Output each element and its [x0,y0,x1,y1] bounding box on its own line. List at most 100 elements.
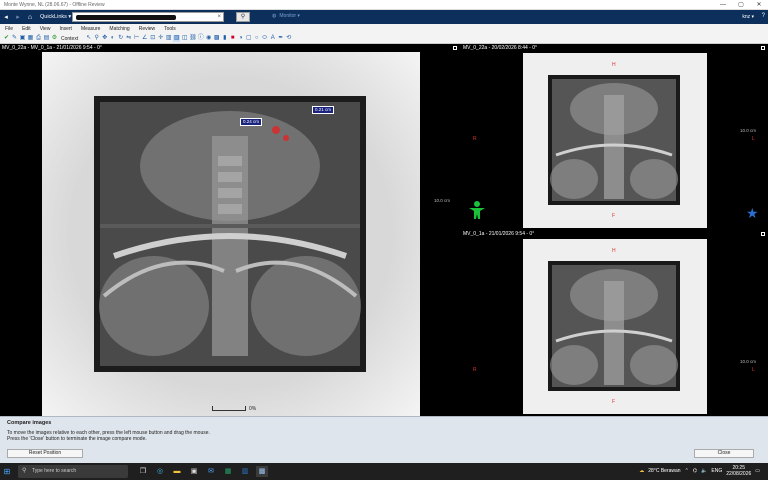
minimize-button[interactable]: — [714,0,732,10]
menu-review[interactable]: Review [139,26,155,32]
menu-insert[interactable]: Insert [59,26,72,32]
grid-icon[interactable]: ▦ [27,35,34,42]
maximize-viewport-icon[interactable] [453,46,457,50]
invert-icon[interactable]: ◑ [237,35,244,42]
orientation-left: L [752,367,755,373]
menu-file[interactable]: File [5,26,13,32]
edit-icon[interactable]: ✎ [11,35,18,42]
windows-start-icon[interactable]: ⊞ [0,463,14,480]
maximize-viewport-icon[interactable] [761,232,765,236]
zoom-icon[interactable]: ⚲ [93,35,100,42]
measurement-label-2[interactable]: 0.21 cm [312,106,335,114]
approve-icon[interactable]: ✔ [3,35,10,42]
network-icon[interactable]: ⌬ [693,468,697,474]
compare-icon[interactable]: ▧ [173,35,181,42]
review-app-icon[interactable]: ▩ [256,466,268,477]
help-icon[interactable]: ? [762,13,765,19]
edge-icon[interactable]: ◎ [154,466,166,477]
store-icon[interactable]: ▣ [188,466,200,477]
taskbar: ⊞ ⚲ Type here to search ❒ ◎ ▬ ▣ ✉ ▦ ▥ ▩ … [0,463,768,480]
file-explorer-icon[interactable]: ▬ [171,466,183,477]
mail-icon[interactable]: ✉ [205,466,217,477]
excel-icon[interactable]: ▦ [222,466,234,477]
main-xray-image: 0.24 cm 0.21 cm [94,96,366,372]
film-icon[interactable]: ▩ [213,35,220,42]
quicklinks-menu[interactable]: QuickLinks ▾ [40,14,71,20]
overlay-icon[interactable]: ▥ [165,35,172,42]
print-icon[interactable]: ⎙ [35,35,42,42]
clock[interactable]: 20:25 22/08/2026 [726,465,751,477]
language-icon[interactable]: ENG [711,468,722,474]
pen-icon[interactable]: ✒ [277,35,284,42]
context-icon[interactable]: ⚙ [51,35,58,42]
camera-icon[interactable]: ◉ [205,35,212,42]
task-view-icon[interactable]: ❒ [137,466,149,477]
xray-drawing [550,265,678,387]
back-icon[interactable]: ◂ [0,13,12,21]
orientation-right: R [473,136,477,142]
word-icon[interactable]: ▥ [239,466,251,477]
patient-search-input[interactable]: × [72,12,224,22]
link-icon[interactable]: ⛓ [189,35,197,42]
weather-text[interactable]: 28°C Berawan [648,468,680,474]
fit-icon[interactable]: ⊡ [149,35,156,42]
reset-icon[interactable]: ⟲ [285,35,292,42]
window-level-icon[interactable]: ◐ [109,35,116,42]
xray-drawing [550,79,678,201]
reset-position-button[interactable]: Reset Position [7,449,83,458]
main-viewport-title: MV_0_22a - MV_0_1a - 21/01/2026 9:54 - 0… [2,45,102,51]
menu-view[interactable]: View [40,26,51,32]
monitor-menu[interactable]: ◍ Monitor ▾ [272,13,300,19]
menu-measure[interactable]: Measure [81,26,100,32]
user-menu[interactable]: knz ▾ [742,14,754,20]
main-viewport[interactable]: MV_0_22a - MV_0_1a - 21/01/2026 9:54 - 0… [0,44,460,416]
text-icon[interactable]: A [269,35,276,42]
system-tray: ☁ 28°C Berawan ⌃ ⌬ 🔈 ENG 20:25 22/08/202… [639,465,760,477]
compare-panel-title: Compare images [7,420,52,426]
crosshair-icon[interactable]: ✛ [157,35,164,42]
split-icon[interactable]: ◫ [181,35,188,42]
maximize-button[interactable]: ▢ [732,0,750,10]
ruler-icon[interactable]: ⊢ [133,35,140,42]
save-icon[interactable]: ▣ [19,35,26,42]
orientation-head: H [612,62,616,68]
context-label[interactable]: Context [61,36,78,42]
info-icon[interactable]: ⓘ [197,35,204,42]
arrow-icon[interactable]: ↖ [85,35,92,42]
forward-icon[interactable]: ▸ [12,13,24,21]
weather-icon: ☁ [639,468,645,474]
rotate-icon[interactable]: ↻ [117,35,124,42]
pan-icon[interactable]: ✥ [101,35,108,42]
measurement-label-1[interactable]: 0.24 cm [240,118,263,126]
clear-search-icon[interactable]: × [217,13,221,22]
top-right-viewport[interactable]: MV_0_22a - 20/02/2026 8:44 - 0° H F R L … [461,44,768,229]
taskbar-search-input[interactable]: ⚲ Type here to search [18,465,128,478]
tray-overflow-icon[interactable]: ⌃ [685,468,689,474]
bottom-right-viewport-header: MV_0_1a - 21/01/2026 9:54 - 0° [461,230,768,238]
favorite-star-icon[interactable]: ★ [746,206,759,220]
volume-icon[interactable]: 🔈 [701,468,707,474]
layout-icon[interactable]: ▤ [43,35,50,42]
search-button[interactable]: ⚲ [236,12,250,22]
box-icon[interactable]: ▢ [245,35,252,42]
menu-tools[interactable]: Tools [164,26,176,32]
orientation-right: R [473,367,477,373]
histogram-icon[interactable]: ▮ [221,35,228,42]
home-icon[interactable]: ⌂ [24,14,36,21]
menu-matching[interactable]: Matching [109,26,129,32]
color-icon[interactable]: ■ [229,35,236,42]
close-window-button[interactable]: ✕ [750,0,768,10]
angle-icon[interactable]: ∠ [141,35,148,42]
compare-panel: Compare images To move the images relati… [0,416,768,463]
search-icon: ⚲ [22,468,27,474]
maximize-viewport-icon[interactable] [761,46,765,50]
nav-bar: ◂ ▸ ⌂ QuickLinks ▾ × ⚲ ◍ Monitor ▾ knz ▾ … [0,10,768,24]
close-compare-button[interactable]: Close [694,449,754,458]
orientation-head: H [612,248,616,254]
ellipse-icon[interactable]: ⬭ [261,35,268,42]
menu-edit[interactable]: Edit [22,26,31,32]
notifications-icon[interactable]: ▭ [755,468,760,474]
circle-icon[interactable]: ○ [253,35,260,42]
flip-icon[interactable]: ⇋ [125,35,132,42]
bottom-right-viewport[interactable]: MV_0_1a - 21/01/2026 9:54 - 0° H F R L 1… [461,230,768,416]
